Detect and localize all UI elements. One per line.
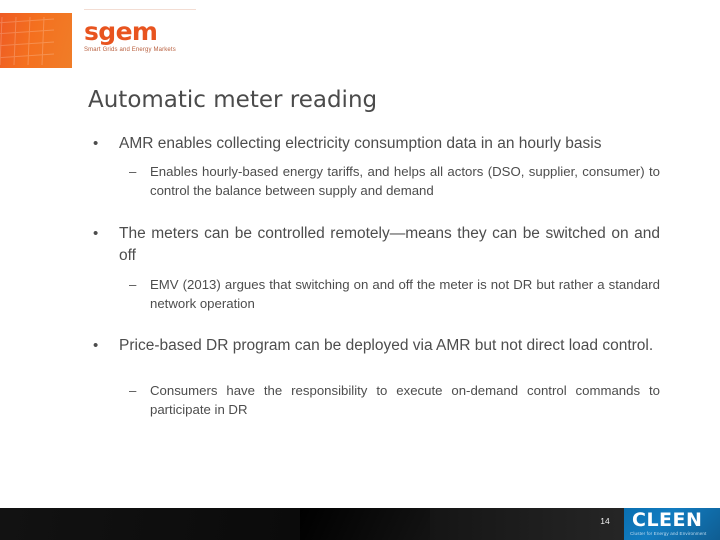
- slide-canvas: sgem Smart Grids and Energy Markets Auto…: [0, 0, 720, 540]
- sub-bullet-marker-dash: –: [129, 164, 137, 180]
- solar-grid-pattern-icon: [0, 17, 55, 65]
- sub-bullet-marker-dash: –: [129, 382, 137, 398]
- sub-bullet-item: – EMV (2013) argues that switching on an…: [88, 276, 660, 313]
- bullet-marker-dot: •: [93, 337, 99, 355]
- sgem-wordmark: sgem: [84, 17, 158, 46]
- cleen-tagline: Cluster for Energy and Environment: [630, 531, 707, 536]
- page-number: 14: [600, 516, 610, 526]
- bullet-text: AMR enables collecting electricity consu…: [119, 135, 602, 152]
- bullet-item: • The meters can be controlled remotely—…: [88, 223, 660, 268]
- sub-bullet-item: – Enables hourly-based energy tariffs, a…: [88, 163, 660, 200]
- bullet-marker-dot: •: [93, 224, 99, 242]
- bullet-text: Price-based DR program can be deployed v…: [119, 337, 654, 355]
- sub-bullet-text: EMV (2013) argues that switching on and …: [150, 276, 660, 311]
- slide-body: • AMR enables collecting electricity con…: [88, 133, 660, 431]
- slide-title: Automatic meter reading: [88, 87, 378, 113]
- sub-bullet-text: Enables hourly-based energy tariffs, and…: [150, 164, 660, 199]
- sgem-logo-text: sgem Smart Grids and Energy Markets: [84, 9, 199, 53]
- cleen-logo: CLEEN Cluster for Energy and Environment: [624, 508, 720, 540]
- sub-bullet-item: – Consumers have the responsibility to e…: [88, 382, 660, 419]
- bullet-text: The meters can be controlled remotely—me…: [119, 224, 660, 265]
- cleen-wordmark: CLEEN: [632, 509, 703, 531]
- sgem-tagline: Smart Grids and Energy Markets: [84, 47, 176, 53]
- sub-bullet-text: Consumers have the responsibility to exe…: [150, 382, 660, 417]
- slide-footer-bar: 14 CLEEN Cluster for Energy and Environm…: [0, 508, 720, 540]
- sgem-logo-mark: [0, 13, 72, 68]
- footer-facet: [0, 508, 330, 540]
- bullet-item: • Price-based DR program can be deployed…: [88, 335, 660, 357]
- sub-bullet-marker-dash: –: [129, 276, 137, 292]
- bullet-marker-dot: •: [93, 135, 99, 152]
- bullet-item: • AMR enables collecting electricity con…: [88, 133, 660, 155]
- logo-divider-rule: [84, 9, 196, 10]
